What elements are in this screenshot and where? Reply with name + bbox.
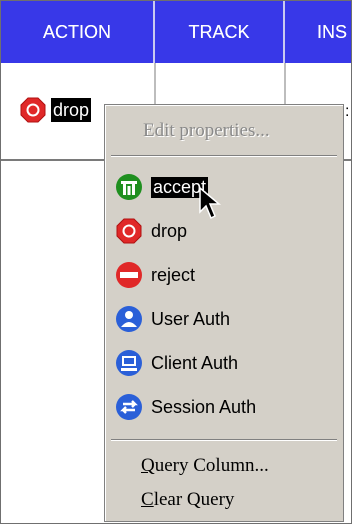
menu-item-query-column[interactable]: Query Column... [105,449,343,483]
menu-item-label: drop [151,220,188,241]
menu-item-edit-properties[interactable]: Edit properties... [105,113,343,149]
reject-icon [116,262,142,288]
menu-item-label: lear Query [153,489,235,510]
accept-icon [116,174,142,200]
menu-item-session-auth[interactable]: Session Auth [105,387,343,427]
user-auth-icon [116,306,142,332]
menu-item-label: User Auth [151,308,231,329]
install-cell-fragment: : [345,103,350,120]
column-header-action[interactable]: ACTION [1,1,155,63]
menu-item-label: reject [151,264,196,285]
table-header: ACTION TRACK INS [1,1,351,63]
client-auth-icon [116,350,142,376]
mouse-pointer-icon [199,186,222,220]
menu-item-label: Session Auth [151,396,257,417]
drop-icon [116,218,142,244]
mnemonic-letter: C [141,489,154,510]
mnemonic-letter: Q [141,455,155,476]
menu-separator [111,439,337,441]
menu-separator [111,155,337,157]
context-menu: Edit properties... accept drop reject Us… [104,104,344,522]
menu-item-client-auth[interactable]: Client Auth [105,343,343,383]
column-header-install[interactable]: INS [285,1,352,63]
menu-item-label: Client Auth [151,352,239,373]
action-cell-label: drop [51,98,92,122]
menu-item-label: uery Column... [154,455,269,476]
session-auth-icon [116,394,142,420]
menu-item-user-auth[interactable]: User Auth [105,299,343,339]
menu-item-clear-query[interactable]: Clear Query [105,483,343,517]
drop-icon [20,97,46,123]
action-cell[interactable]: drop [19,96,92,124]
column-header-track[interactable]: TRACK [155,1,285,63]
menu-item-reject[interactable]: reject [105,255,343,295]
